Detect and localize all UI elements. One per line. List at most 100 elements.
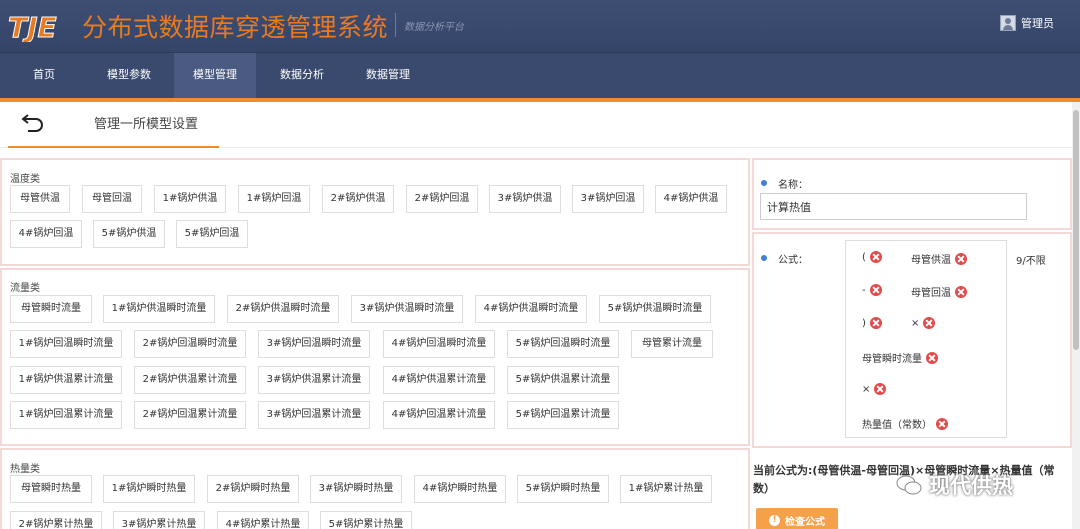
tag-heat[interactable]: 4#锅炉累计热量 (217, 511, 309, 529)
system-title: 分布式数据库穿透管理系统 (82, 13, 389, 42)
bullet-dot-icon (761, 255, 767, 261)
tag-flow[interactable]: 1#锅炉供温累计流量 (10, 366, 122, 394)
scrollbar-thumb[interactable] (1073, 110, 1079, 350)
remove-token-icon[interactable] (955, 252, 967, 265)
user-avatar-icon (1000, 15, 1016, 31)
tag-temperature[interactable]: 5#锅炉供温 (93, 220, 165, 248)
formula-token-text: 母管供温 (911, 255, 951, 266)
name-field[interactable] (760, 193, 1027, 220)
formula-token-text: 母管回温 (911, 288, 951, 299)
formula-token-text: 热量值（常数） (862, 420, 932, 431)
formula-editor[interactable] (845, 240, 1007, 438)
tag-temperature[interactable]: 3#锅炉回温 (572, 185, 644, 213)
tag-temperature[interactable]: 1#锅炉供温 (154, 185, 226, 213)
tag-flow[interactable]: 4#锅炉回温瞬时流量 (383, 330, 495, 358)
tag-heat[interactable]: 2#锅炉瞬时热量 (207, 475, 299, 503)
tag-flow[interactable]: 5#锅炉回温累计流量 (507, 401, 619, 429)
tag-heat[interactable]: 3#锅炉累计热量 (113, 511, 205, 529)
tag-heat[interactable]: 母管瞬时热量 (10, 475, 92, 503)
tag-flow[interactable]: 2#锅炉回温累计流量 (134, 401, 246, 429)
token-count: 9/不限 (1016, 256, 1046, 267)
nav-item-home[interactable]: 首页 (14, 53, 74, 99)
tag-flow[interactable]: 1#锅炉回温累计流量 (10, 401, 122, 429)
tag-flow[interactable]: 5#锅炉供温累计流量 (507, 366, 619, 394)
tag-heat[interactable]: 2#锅炉累计热量 (10, 511, 102, 529)
tag-flow[interactable]: 3#锅炉供温累计流量 (258, 366, 370, 394)
nav-item-model-management[interactable]: 模型管理 (174, 53, 256, 99)
tag-temperature[interactable]: 4#锅炉供温 (655, 185, 727, 213)
tag-temperature[interactable]: 2#锅炉回温 (406, 185, 478, 213)
tag-heat[interactable]: 5#锅炉瞬时热量 (517, 475, 609, 503)
user-name: 管理员 (1021, 17, 1054, 30)
formula-token: - (862, 284, 882, 296)
tag-flow[interactable]: 4#锅炉供温累计流量 (383, 366, 495, 394)
name-label: 名称： (778, 180, 808, 191)
tag-flow[interactable]: 5#锅炉供温瞬时流量 (599, 295, 711, 323)
tag-flow[interactable]: 1#锅炉回温瞬时流量 (10, 330, 122, 358)
wechat-icon (896, 475, 922, 495)
tag-flow[interactable]: 2#锅炉回温瞬时流量 (134, 330, 246, 358)
formula-token-text: × (911, 317, 920, 329)
formula-token-text: ) (862, 317, 866, 329)
tag-temperature[interactable]: 5#锅炉回温 (176, 220, 248, 248)
tag-flow[interactable]: 3#锅炉供温瞬时流量 (351, 295, 463, 323)
tag-flow[interactable]: 4#锅炉回温累计流量 (383, 401, 495, 429)
tag-flow[interactable]: 母管瞬时流量 (10, 295, 92, 323)
tag-flow[interactable]: 2#锅炉供温累计流量 (134, 366, 246, 394)
nav-item-model-params[interactable]: 模型参数 (94, 53, 164, 99)
check-formula-button[interactable]: ! 检查公式 (756, 508, 838, 529)
formula-token: 母管回温 (911, 284, 967, 299)
tag-flow[interactable]: 4#锅炉供温瞬时流量 (475, 295, 587, 323)
remove-token-icon[interactable] (869, 251, 882, 263)
tag-temperature[interactable]: 3#锅炉供温 (489, 185, 561, 213)
tag-flow[interactable]: 1#锅炉供温瞬时流量 (103, 295, 215, 323)
formula-token-text: ( (862, 251, 866, 263)
flow-title: 流量类 (10, 283, 40, 294)
formula-token-text: - (862, 284, 866, 296)
watermark: 现代供热 (895, 470, 1013, 500)
user-menu[interactable]: 管理员 (1000, 12, 1072, 34)
tag-flow[interactable]: 3#锅炉回温瞬时流量 (258, 330, 370, 358)
tag-flow[interactable]: 3#锅炉回温累计流量 (258, 401, 370, 429)
formula-token: 母管瞬时流量 (862, 350, 938, 365)
tag-temperature[interactable]: 1#锅炉回温 (238, 185, 310, 213)
tje-logo: TJE (6, 10, 76, 43)
remove-token-icon[interactable] (869, 284, 882, 296)
main-nav: 首页 模型参数 模型管理 数据分析 数据管理 (0, 52, 1080, 99)
remove-token-icon[interactable] (869, 317, 882, 329)
tag-temperature[interactable]: 母管回温 (82, 185, 142, 213)
watermark-text: 现代供热 (929, 474, 1013, 498)
formula-token: × (911, 317, 936, 329)
remove-token-icon[interactable] (955, 285, 967, 298)
tag-heat[interactable]: 1#锅炉瞬时热量 (103, 475, 195, 503)
remove-token-icon[interactable] (923, 317, 936, 329)
tag-heat[interactable]: 3#锅炉瞬时热量 (310, 475, 402, 503)
system-subtitle: 数据分析平台 (404, 22, 464, 33)
tag-temperature[interactable]: 2#锅炉供温 (322, 185, 394, 213)
formula-token: 母管供温 (911, 251, 967, 266)
formula-token: × (862, 383, 887, 395)
tag-heat[interactable]: 5#锅炉累计热量 (320, 511, 412, 529)
tag-heat[interactable]: 4#锅炉瞬时热量 (414, 475, 506, 503)
tag-flow[interactable]: 5#锅炉回温瞬时流量 (507, 330, 619, 358)
nav-item-data-management[interactable]: 数据管理 (350, 53, 426, 99)
tag-temperature[interactable]: 母管供温 (10, 185, 70, 213)
tag-heat[interactable]: 1#锅炉累计热量 (620, 475, 712, 503)
formula-token: ( (862, 251, 882, 263)
heat-title: 热量类 (10, 464, 40, 475)
temperature-title: 温度类 (10, 174, 40, 185)
app-header: TJE 分布式数据库穿透管理系统 数据分析平台 管理员 (0, 0, 1080, 52)
formula-label: 公式： (778, 255, 808, 266)
check-formula-label: 检查公式 (785, 516, 825, 528)
remove-token-icon[interactable] (874, 383, 887, 395)
remove-token-icon[interactable] (926, 351, 938, 364)
back-arrow-icon[interactable] (18, 113, 46, 135)
remove-token-icon[interactable] (936, 417, 948, 430)
nav-item-data-analysis[interactable]: 数据分析 (265, 53, 339, 99)
formula-token-text: 母管瞬时流量 (862, 354, 922, 365)
nav-accent-bar (0, 98, 1080, 102)
tag-flow[interactable]: 母管累计流量 (631, 330, 713, 358)
tag-flow[interactable]: 2#锅炉供温瞬时流量 (227, 295, 339, 323)
tag-temperature[interactable]: 4#锅炉回温 (10, 220, 82, 248)
title-underline (8, 146, 219, 148)
